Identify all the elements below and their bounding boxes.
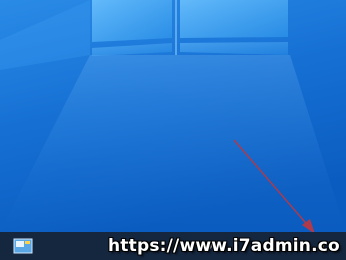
taskbar (0, 232, 346, 260)
tray-app-icon[interactable] (252, 243, 258, 249)
screen: https://www.i7admin.co (0, 0, 346, 260)
desktop[interactable] (0, 0, 346, 234)
app-window-icon[interactable] (12, 237, 34, 255)
tray-app-icon[interactable] (206, 243, 212, 249)
tray-app-icon[interactable] (196, 243, 202, 249)
tray-notification-icon[interactable] (318, 243, 324, 249)
desktop-wallpaper (0, 0, 346, 234)
windows-logo (92, 0, 288, 56)
